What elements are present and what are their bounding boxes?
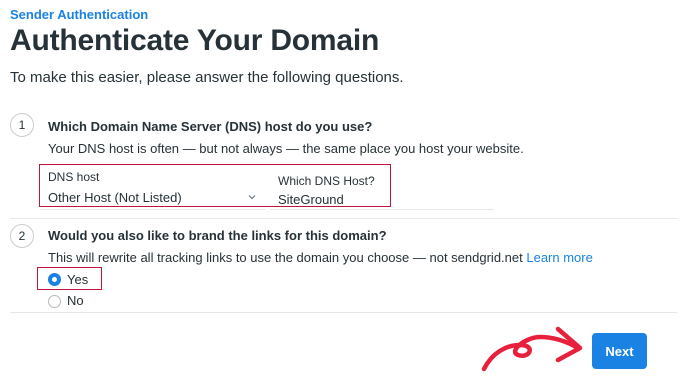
question-2-description: This will rewrite all tracking links to …: [48, 250, 593, 265]
question-divider: [10, 218, 677, 219]
step-number-2: 2: [10, 224, 34, 248]
step-number-1: 1: [10, 113, 34, 137]
select-underline: [40, 209, 265, 210]
yes-option-highlight: [37, 267, 102, 290]
radio-no-label[interactable]: No: [67, 293, 84, 308]
question-1-description: Your DNS host is often — but not always …: [48, 141, 524, 156]
question-2-title: Would you also like to brand the links f…: [48, 228, 387, 243]
next-button[interactable]: Next: [592, 333, 647, 369]
bottom-divider: [10, 312, 677, 313]
learn-more-link[interactable]: Learn more: [526, 250, 592, 265]
breadcrumb: Sender Authentication: [10, 7, 149, 22]
annotation-arrow-icon: [481, 326, 583, 372]
intro-text: To make this easier, please answer the f…: [10, 69, 404, 86]
question-1-title: Which Domain Name Server (DNS) host do y…: [48, 119, 373, 134]
question-2-description-text: This will rewrite all tracking links to …: [48, 250, 523, 265]
radio-no[interactable]: [48, 295, 61, 308]
input-underline: [270, 209, 494, 210]
dns-fields-highlight: [39, 164, 391, 207]
page-title: Authenticate Your Domain: [10, 24, 380, 57]
